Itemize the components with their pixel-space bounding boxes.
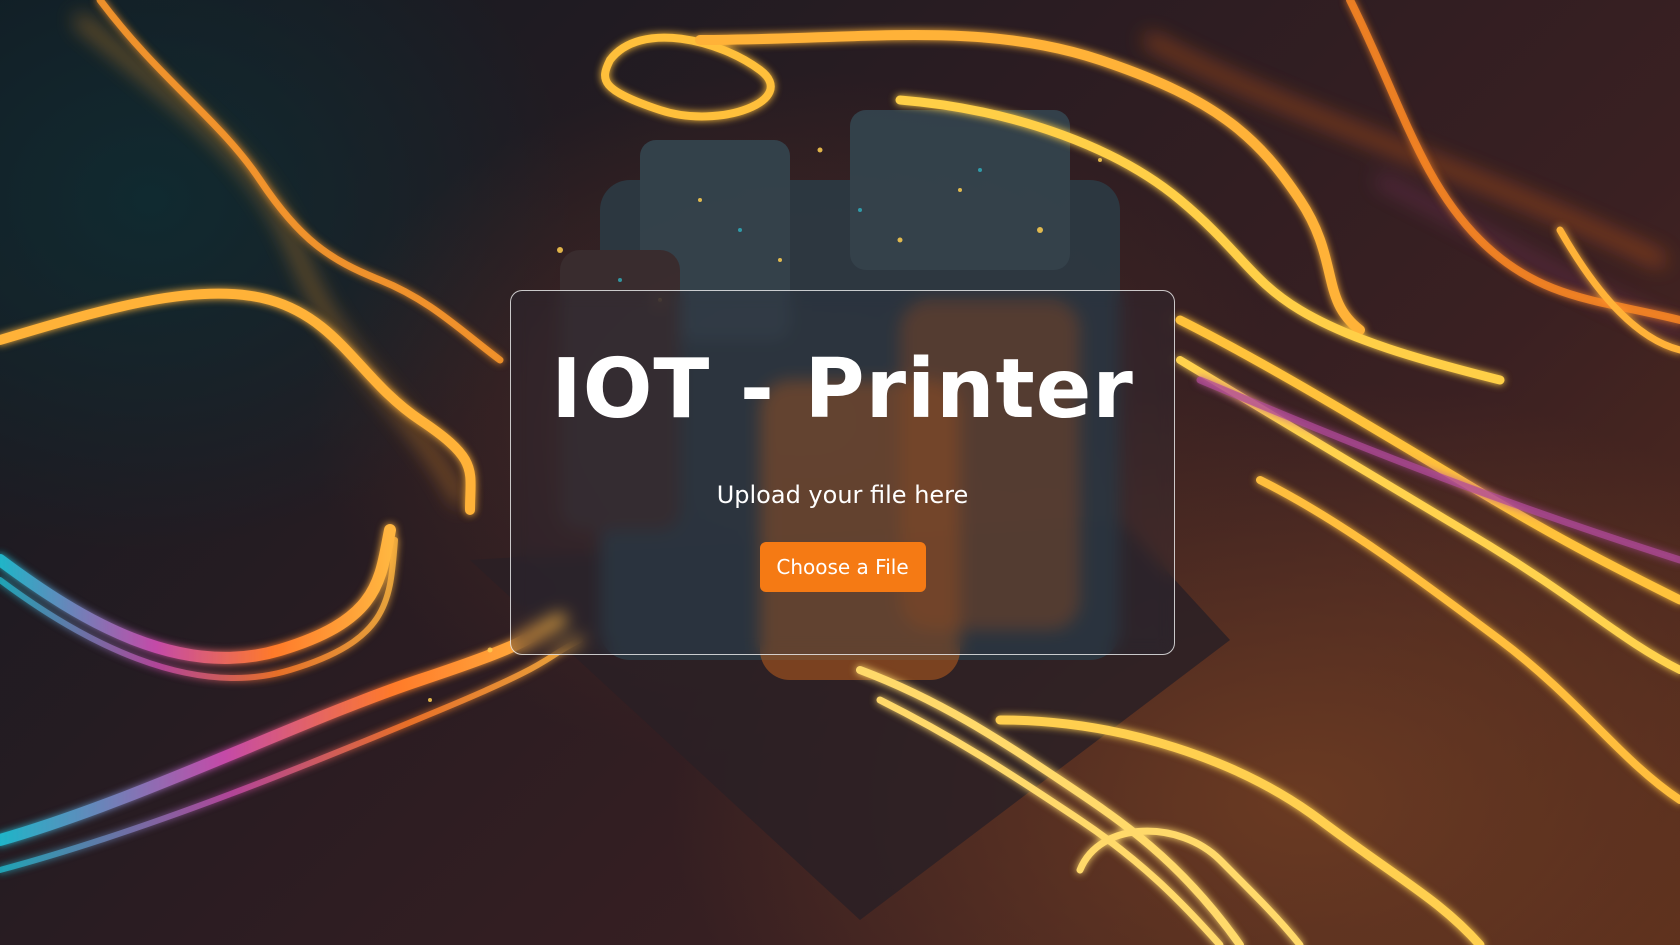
choose-file-button[interactable]: Choose a File xyxy=(759,542,926,592)
upload-panel: IOT - Printer Upload your file here Choo… xyxy=(510,290,1175,655)
page-title: IOT - Printer xyxy=(551,342,1134,437)
page-background: IOT - Printer Upload your file here Choo… xyxy=(0,0,1680,945)
upload-instructions: Upload your file here xyxy=(716,481,969,509)
